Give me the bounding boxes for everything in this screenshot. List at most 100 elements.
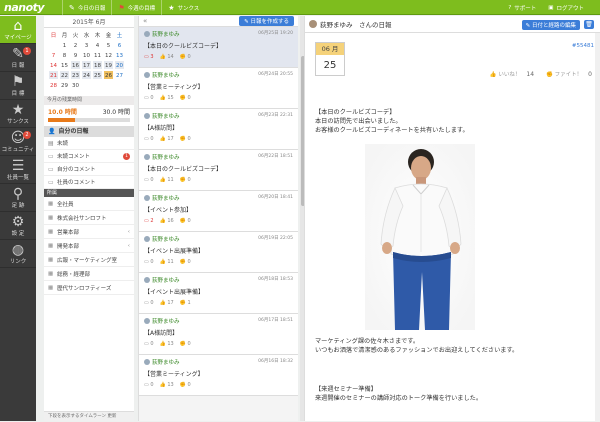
calendar-day[interactable]: 18 — [92, 60, 103, 70]
calendar-day[interactable]: 28 — [48, 80, 59, 90]
department-item[interactable]: ▦ 広報・マーケティング室 — [44, 253, 134, 267]
my-reports-header[interactable]: 👤 自分の日報 — [44, 126, 134, 137]
calendar-day[interactable]: 26 — [103, 70, 114, 80]
nav-today-report[interactable]: ✎ 今日の日報 — [62, 0, 111, 15]
department-item[interactable]: ▦ 開発本部 ‹ — [44, 239, 134, 253]
sidebar-item-employees[interactable]: ☰ 社員一覧 — [0, 156, 36, 184]
calendar-day[interactable]: 8 — [59, 50, 70, 60]
calendar-day[interactable]: 14 — [48, 60, 59, 70]
nav-thanks[interactable]: ★ サンクス — [161, 0, 205, 15]
report-photo[interactable] — [365, 144, 475, 330]
calendar-day[interactable]: 22 — [59, 70, 70, 80]
calendar-day[interactable]: 25 — [92, 70, 103, 80]
report-list-item[interactable]: 荻野まゆみ 06月17日 18:51 【A様訪問】 ▭ 0 👍 13 ✊ 0 — [139, 314, 298, 355]
menu-item-unread-comments[interactable]: ▭ 未読コメント 1 — [44, 150, 134, 163]
report-list-item[interactable]: 荻野まゆみ 06月25日 19:20 【本日のクールビズコーデ】 ▭ 3 👍 14 ✊ 0 — [139, 27, 298, 68]
logout-link[interactable]: ▣ ログアウト — [542, 0, 590, 15]
avatar — [144, 277, 150, 283]
author-name: 荻野まゆみ — [152, 114, 180, 120]
detail-scrollbar[interactable] — [595, 33, 600, 421]
calendar-day[interactable]: 27 — [114, 70, 125, 80]
calendar-day[interactable]: 29 — [59, 80, 70, 90]
calendar-day[interactable]: 17 — [81, 60, 92, 70]
department-label: 歴代サンロフティーズ — [57, 285, 112, 292]
app-logo[interactable]: nanoty — [4, 0, 45, 15]
star-icon: ★ — [11, 101, 25, 118]
department-item[interactable]: ▦ 総務・経理部 — [44, 267, 134, 281]
calendar-grid: 日月火水木金土 1 2 3 4 5 6 7 8 9 10 11 12 13 14 15 16 17 18 19 20 21… — [48, 30, 130, 90]
top-bar: nanoty ✎ 今日の日報 ⚑ 今週の目標 ★ サンクス ? サポート ▣ ログアウト — [0, 0, 600, 15]
calendar-day[interactable]: 11 — [92, 50, 103, 60]
calendar-day[interactable]: 23 — [70, 70, 81, 80]
report-id-link[interactable]: #55481 — [572, 43, 594, 49]
sidebar-item-links[interactable]: ◍ リンク — [0, 240, 36, 268]
report-list-item[interactable]: 荻野まゆみ 06月22日 18:51 【本日のクールビズコーデ】 ▭ 0 👍 11 ✊ 0 — [139, 150, 298, 191]
calendar-day[interactable]: 16 — [70, 60, 81, 70]
calendar-day[interactable]: 20 — [114, 60, 125, 70]
support-link[interactable]: ? サポート — [502, 0, 542, 15]
menu-item-staff-comments[interactable]: ▭ 社員のコメント — [44, 176, 134, 189]
sidebar-item-goals[interactable]: ⚑ 目 標 — [0, 72, 36, 100]
like-button[interactable]: 👍 いいね！ — [490, 70, 521, 78]
calendar-day[interactable]: 13 — [114, 50, 125, 60]
report-list-item[interactable]: 荻野まゆみ 06月24日 20:55 【営業ミーティング】 ▭ 0 👍 15 ✊ 0 — [139, 68, 298, 109]
fight-count: ✊ 0 — [180, 341, 191, 347]
chevron-left-icon[interactable]: ‹ — [128, 229, 130, 235]
calendar-day[interactable]: 3 — [81, 40, 92, 50]
calendar-day[interactable]: 10 — [81, 50, 92, 60]
menu-item-unread[interactable]: ▤ 未読 — [44, 137, 134, 150]
report-body-section1: 【本日のクールビズコーデ】 本日の訪問先で出会いました。 お客様のクールビズコー… — [315, 108, 590, 135]
calendar-day[interactable]: 4 — [92, 40, 103, 50]
sidebar-item-settings[interactable]: ⚙ 設 定 — [0, 212, 36, 240]
entry-date: 06月20日 18:41 — [258, 195, 293, 200]
calendar-day[interactable]: 12 — [103, 50, 114, 60]
edit-date-route-button[interactable]: ✎ 日付と経路の編集 — [521, 20, 580, 30]
report-list-item[interactable]: 荻野まゆみ 06月16日 18:32 【営業ミーティング】 ▭ 0 👍 13 ✊ 0 — [139, 355, 298, 396]
sidebar-item-community[interactable]: ☺ コミュニティ 2 — [0, 128, 36, 156]
sidebar-item-mypage[interactable]: ⌂ マイページ — [0, 16, 36, 44]
fight-button[interactable]: ✊ ファイト！ — [546, 70, 582, 78]
calendar-day[interactable]: 9 — [70, 50, 81, 60]
entry-title: 【営業ミーティング】 — [144, 84, 204, 91]
calendar-day[interactable]: 1 — [59, 40, 70, 50]
calendar-day[interactable]: 19 — [103, 60, 114, 70]
chevron-left-icon[interactable]: ‹ — [128, 243, 130, 249]
department-item[interactable]: ▦ 株式会社サンロフト — [44, 211, 134, 225]
calendar-day[interactable]: 15 — [59, 60, 70, 70]
sidebar-item-thanks[interactable]: ★ サンクス — [0, 100, 36, 128]
department-label: 広報・マーケティング室 — [57, 257, 118, 264]
report-list-item[interactable]: 荻野まゆみ 06月23日 22:31 【A様訪問】 ▭ 0 👍 17 ✊ 0 — [139, 109, 298, 150]
report-list-item[interactable]: 荻野まゆみ 06月20日 18:41 【イベント参加】 ▭ 2 👍 16 ✊ 0 — [139, 191, 298, 232]
menu-item-my-comments[interactable]: ▭ 自分のコメント — [44, 163, 134, 176]
calendar-day[interactable]: 2 — [70, 40, 81, 50]
create-report-button[interactable]: ✎ 日報を作成する — [239, 16, 294, 26]
calendar-day[interactable]: 21 — [48, 70, 59, 80]
like-count: 👍 11 — [160, 259, 174, 265]
entry-stats: ▭ 0 👍 15 ✊ 0 — [144, 95, 293, 101]
overtime-actual: 10.0 時間 — [48, 109, 77, 116]
report-entries: 荻野まゆみ 06月25日 19:20 【本日のクールビズコーデ】 ▭ 3 👍 14 ✊ 0… — [139, 27, 298, 396]
department-item[interactable]: ▦ 営業本部 ‹ — [44, 225, 134, 239]
comment-count: ▭ 0 — [144, 136, 154, 142]
sidebar-item-reports[interactable]: ✎ 日 報 1 — [0, 44, 36, 72]
collapse-icon[interactable]: « — [143, 17, 147, 25]
calendar-day[interactable]: 30 — [70, 80, 81, 90]
comment-count-value: 0 — [150, 177, 154, 183]
department-label: 開発本部 — [57, 243, 80, 250]
lock-icon: ▣ — [548, 4, 554, 11]
overtime-panel: 今月の残業時間 10.0 時間 30.0 時間 — [44, 96, 134, 122]
fight-count-value: 0 — [187, 136, 191, 142]
calendar-day[interactable]: 6 — [114, 40, 125, 50]
calendar-day[interactable]: 24 — [81, 70, 92, 80]
department-item[interactable]: ▦ 全社員 — [44, 197, 134, 211]
nav-weekly-goal[interactable]: ⚑ 今週の目標 — [111, 0, 161, 15]
timeline-footer[interactable]: 下段を表示するタイムラーン 更新 — [44, 411, 134, 421]
report-list-item[interactable]: 荻野まゆみ 06月18日 18:53 【イベント出展準備】 ▭ 0 👍 17 ✊ 1 — [139, 273, 298, 314]
delete-button[interactable]: 🗑 — [584, 20, 594, 29]
department-item[interactable]: ▦ 歴代サンロフティーズ — [44, 281, 134, 295]
calendar-day[interactable]: 5 — [103, 40, 114, 50]
sidebar-item-footprints[interactable]: ⚲ 足 跡 — [0, 184, 36, 212]
calendar-day[interactable]: 7 — [48, 50, 59, 60]
entry-stats: ▭ 0 👍 13 ✊ 0 — [144, 382, 293, 388]
report-list-item[interactable]: 荻野まゆみ 06月19日 22:05 【イベント出展準備】 ▭ 0 👍 11 ✊ 0 — [139, 232, 298, 273]
